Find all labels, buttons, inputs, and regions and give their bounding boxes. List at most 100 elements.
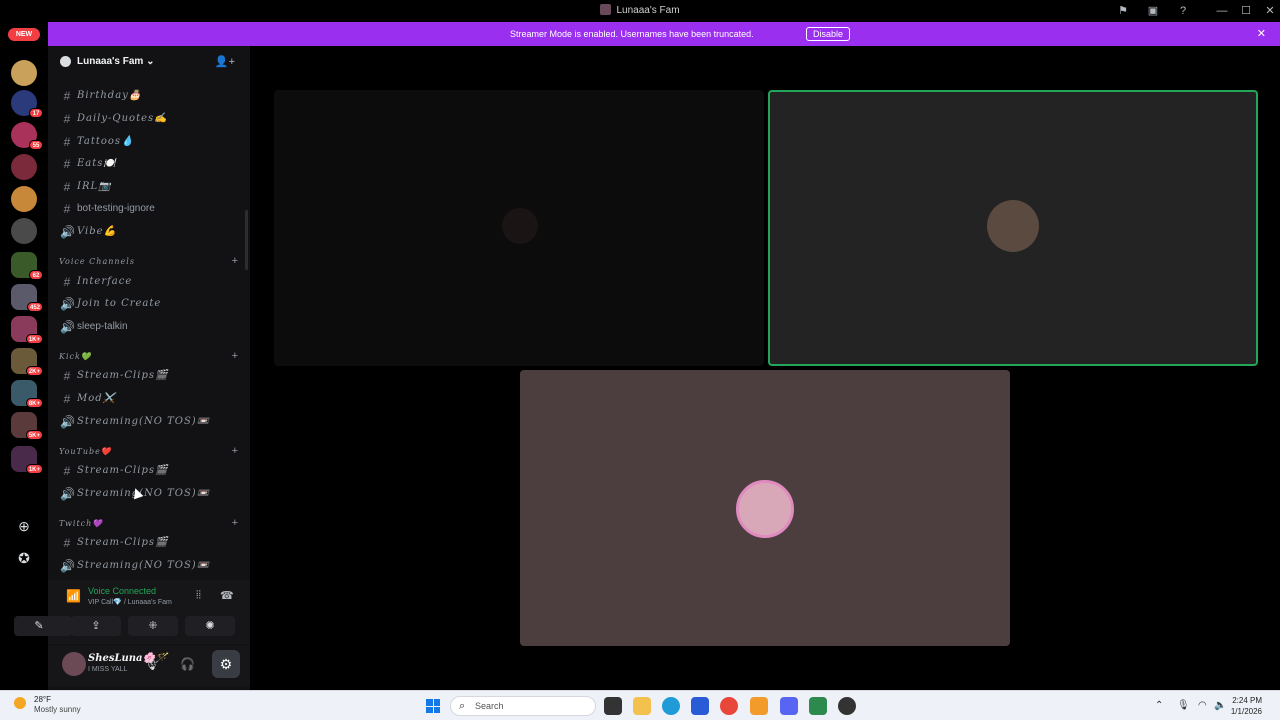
settings-gear-icon[interactable]: ⚙ xyxy=(212,650,240,678)
discover-icon[interactable]: ✪ xyxy=(12,546,36,570)
server-icon-4[interactable] xyxy=(11,154,37,180)
channel-kick-stream-clips[interactable]: # Stream-Clips🎬 xyxy=(58,367,244,385)
channel-irl[interactable]: # IRL📷 xyxy=(58,178,244,196)
channel-birthday[interactable]: # Birthday🎂 xyxy=(58,87,244,105)
category-youtube[interactable]: YouTube❤️ + xyxy=(58,445,244,460)
microphone-icon[interactable]: 🎙 xyxy=(1177,700,1190,711)
add-server-icon[interactable]: ⊕ xyxy=(12,514,36,538)
channel-twitch-stream-clips[interactable]: # Stream-Clips🎬 xyxy=(58,534,244,552)
server-header[interactable]: Lunaaa's Fam ⌄ 👤+ xyxy=(48,50,250,74)
speaker-icon: 🔊 xyxy=(60,297,75,311)
search-icon: ⌕ xyxy=(459,700,466,712)
app-icon[interactable] xyxy=(750,697,768,715)
server-folder-6[interactable]: 5K+ xyxy=(11,412,43,440)
server-icon-6[interactable] xyxy=(11,218,37,244)
signal-icon[interactable]: 📶 xyxy=(66,589,81,603)
disable-button[interactable]: Disable xyxy=(806,27,851,41)
clock[interactable]: 2:24 PM 1/1/2026 xyxy=(1231,695,1262,717)
add-channel-icon[interactable]: + xyxy=(232,445,238,457)
close-icon[interactable]: ✕ xyxy=(1257,27,1266,40)
avatar xyxy=(987,200,1039,252)
title-bar: Lunaaa's Fam ⚑ ▣ ? — ☐ ✕ xyxy=(0,0,1280,22)
voice-stage xyxy=(250,46,1280,690)
add-channel-icon[interactable]: + xyxy=(232,517,238,529)
category-kick[interactable]: Kick💚 + xyxy=(58,350,244,365)
headphones-icon[interactable]: 🎧 xyxy=(180,657,195,671)
avatar[interactable] xyxy=(62,652,86,676)
category-twitch[interactable]: Twitch💜 + xyxy=(58,517,244,532)
speaker-icon: 🔊 xyxy=(60,487,75,501)
server-rail: NEW 17 55 62 452 1K+ 2K+ 8K+ 5K+ 1K+ ⊕ ✪ xyxy=(0,22,48,690)
server-folder-1[interactable]: 62 xyxy=(11,252,43,280)
server-icon-2[interactable]: 17 xyxy=(11,90,43,118)
channel-twitch-streaming[interactable]: 🔊 Streaming(NO TOS)📼 xyxy=(58,557,244,575)
channel-interface[interactable]: # Interface xyxy=(58,273,244,291)
hashtag-icon: # xyxy=(63,392,71,406)
channel-join-to-create[interactable]: 🔊 Join to Create xyxy=(58,295,244,313)
channel-vibe[interactable]: 🔊 Vibe💪 xyxy=(58,223,244,241)
invite-people-icon[interactable]: 👤+ xyxy=(215,55,235,68)
hashtag-icon: # xyxy=(63,157,71,171)
channel-bot-testing[interactable]: # bot-testing-ignore xyxy=(58,200,244,218)
edge-icon[interactable] xyxy=(662,697,680,715)
add-channel-icon[interactable]: + xyxy=(232,350,238,362)
channel-youtube-streaming[interactable]: 🔊 Streaming(NO TOS)📼 xyxy=(58,485,244,503)
channel-daily-quotes[interactable]: # Daily-Quotes✍️ xyxy=(58,110,244,128)
streamer-mode-banner: Streamer Mode is enabled. Usernames have… xyxy=(48,22,1280,46)
microphone-icon[interactable]: 🎙 xyxy=(144,657,159,671)
discord-icon[interactable] xyxy=(780,697,798,715)
server-folder-3[interactable]: 1K+ xyxy=(11,316,43,344)
voice-status[interactable]: Voice Connected xyxy=(88,586,156,596)
store-icon[interactable] xyxy=(691,697,709,715)
camera-off-button[interactable]: ✎ xyxy=(14,616,64,636)
participant-tile-1[interactable] xyxy=(274,90,764,366)
sidebar-scrollbar[interactable] xyxy=(245,210,248,270)
inbox-icon[interactable]: ▣ xyxy=(1145,3,1161,19)
channel-eats[interactable]: # Eats🍽️ xyxy=(58,155,244,173)
disconnect-icon[interactable]: ☎ xyxy=(220,589,234,602)
maximize-button[interactable]: ☐ xyxy=(1238,3,1254,19)
channel-kick-streaming[interactable]: 🔊 Streaming(NO TOS)📼 xyxy=(58,413,244,431)
server-folder-5[interactable]: 8K+ xyxy=(11,380,43,408)
channel-mod[interactable]: # Mod⚔️ xyxy=(58,390,244,408)
file-explorer-icon[interactable] xyxy=(633,697,651,715)
channel-tattoos[interactable]: # Tattoos💧 xyxy=(58,133,244,151)
chrome-icon[interactable] xyxy=(720,697,738,715)
participant-tile-3[interactable] xyxy=(520,370,1010,646)
category-voice-channels[interactable]: Voice Channels + xyxy=(58,255,244,270)
hashtag-icon: # xyxy=(63,464,71,478)
chevron-up-icon[interactable]: ⌃ xyxy=(1155,700,1163,711)
activities-button[interactable]: ⁜ xyxy=(128,616,178,636)
screen-share-button[interactable]: ⇪ xyxy=(71,616,121,636)
channel-youtube-stream-clips[interactable]: # Stream-Clips🎬 xyxy=(58,462,244,480)
noise-suppression-icon[interactable]: ⦙⦙ xyxy=(196,589,201,602)
server-icon xyxy=(600,4,612,15)
server-folder-4[interactable]: 2K+ xyxy=(11,348,43,376)
server-icon-5[interactable] xyxy=(11,186,37,212)
app-icon-2[interactable] xyxy=(809,697,827,715)
volume-icon[interactable]: 🔈 xyxy=(1214,700,1226,711)
app-icon-3[interactable] xyxy=(838,697,856,715)
wifi-icon[interactable]: ◠ xyxy=(1198,700,1207,711)
close-button[interactable]: ✕ xyxy=(1262,3,1278,19)
taskbar-search-input[interactable]: ⌕ Search xyxy=(450,696,596,716)
inbox-flag-icon[interactable]: ⚑ xyxy=(1115,3,1131,19)
new-badge[interactable]: NEW xyxy=(8,28,40,41)
add-channel-icon[interactable]: + xyxy=(232,255,238,267)
participant-tile-2[interactable] xyxy=(768,90,1258,366)
speaker-icon: 🔊 xyxy=(60,320,75,334)
task-view-icon[interactable] xyxy=(604,697,622,715)
server-folder-2[interactable]: 452 xyxy=(11,284,43,312)
help-icon[interactable]: ? xyxy=(1175,3,1191,19)
channel-sleep-talkin[interactable]: 🔊 sleep-talkin xyxy=(58,318,244,336)
voice-channel-name[interactable]: VIP Call💎 / Lunaaa's Fam xyxy=(88,598,172,606)
windows-taskbar: 28°F Mostly sunny ⌕ Search ⌃ 🎙 ◠ 🔈 2:24 … xyxy=(0,690,1280,720)
server-icon-3[interactable]: 55 xyxy=(11,122,43,150)
speaker-icon: 🔊 xyxy=(60,559,75,573)
windows-start-icon[interactable] xyxy=(426,699,440,713)
server-icon-1[interactable] xyxy=(11,60,37,86)
soundboard-button[interactable]: ✺ xyxy=(185,616,235,636)
minimize-button[interactable]: — xyxy=(1214,3,1230,19)
hashtag-icon: # xyxy=(63,89,71,103)
server-folder-7[interactable]: 1K+ xyxy=(11,446,43,474)
